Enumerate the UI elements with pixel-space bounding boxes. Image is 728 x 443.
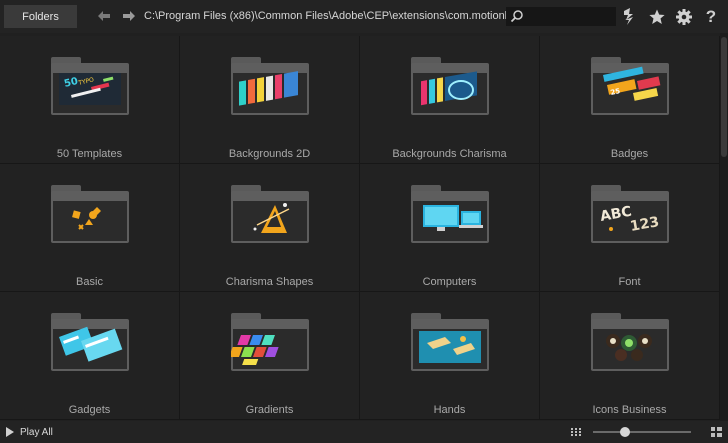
folder-label: Basic — [76, 276, 103, 288]
folder-icon — [231, 57, 309, 117]
folder-label: Icons Business — [592, 404, 667, 416]
star-icon — [649, 9, 665, 24]
folders-button[interactable]: Folders — [4, 5, 77, 28]
arrow-left-icon — [98, 11, 110, 21]
folder-icon: ABC 123 — [591, 185, 669, 245]
folder-tile[interactable]: Gradients — [180, 292, 360, 420]
folder-preview-thumbnail — [231, 335, 279, 365]
folder-tile[interactable]: Computers — [360, 164, 540, 292]
folder-preview-thumbnail — [606, 334, 652, 361]
folder-preview-thumbnail — [72, 207, 101, 230]
favorites-button[interactable] — [647, 7, 667, 27]
folder-tile[interactable]: Backgrounds 2D — [180, 36, 360, 164]
help-icon: ? — [705, 7, 717, 26]
folder-tile[interactable]: Hands — [360, 292, 540, 420]
folder-label: Computers — [422, 276, 477, 288]
thumbnail-size-slider[interactable] — [593, 427, 691, 437]
arrow-right-icon — [123, 11, 135, 21]
sync-icon — [624, 8, 633, 25]
folder-label: Hands — [433, 404, 466, 416]
folder-tile[interactable]: Charisma Shapes — [180, 164, 360, 292]
folder-label: 50 Templates — [56, 148, 123, 160]
settings-button[interactable] — [674, 7, 694, 27]
play-all-button[interactable]: Play All — [6, 425, 53, 439]
folder-tile[interactable]: 50 TYPO 50 Templates — [0, 36, 180, 164]
folder-icon — [411, 185, 489, 245]
folder-icon: 50 TYPO — [51, 57, 129, 117]
folder-label: Gradients — [245, 404, 294, 416]
folder-label: Charisma Shapes — [225, 276, 314, 288]
search-input[interactable] — [506, 7, 616, 26]
folder-preview-thumbnail — [58, 326, 123, 362]
sync-button[interactable] — [619, 7, 639, 27]
folder-preview-thumbnail — [423, 205, 483, 231]
folder-icon — [591, 313, 669, 373]
gear-icon — [676, 9, 692, 25]
svg-text:25: 25 — [610, 87, 621, 97]
folder-label: Font — [618, 276, 641, 288]
large-thumbnails-icon[interactable] — [711, 427, 722, 437]
folder-icon — [51, 185, 129, 245]
search-icon — [510, 10, 523, 23]
forward-button[interactable] — [122, 9, 136, 23]
folder-preview-thumbnail: 25 — [603, 66, 661, 101]
folder-tile[interactable]: Icons Business — [540, 292, 720, 420]
small-thumbnails-icon[interactable] — [571, 428, 581, 436]
play-all-label: Play All — [20, 426, 53, 438]
back-button[interactable] — [97, 9, 111, 23]
folder-preview-thumbnail: ABC123 — [599, 204, 661, 235]
folder-label: Backgrounds 2D — [228, 148, 311, 160]
folder-grid: 50 TYPO 50 Templates Backgrounds 2D Backgrou… — [0, 36, 720, 421]
svg-text:ABC: ABC — [599, 204, 633, 225]
folder-tile[interactable]: Backgrounds Charisma — [360, 36, 540, 164]
folder-preview-thumbnail — [239, 71, 298, 106]
folder-icon — [51, 313, 129, 373]
scrollbar[interactable] — [720, 33, 728, 421]
path-display[interactable]: C:\Program Files (x86)\Common Files\Adob… — [141, 7, 506, 26]
folder-label: Backgrounds Charisma — [392, 148, 507, 160]
slider-handle[interactable] — [620, 427, 631, 437]
folder-icon: 25 — [591, 57, 669, 117]
folder-preview-thumbnail — [253, 203, 290, 233]
help-button[interactable]: ? — [701, 7, 721, 27]
status-bar: Play All — [0, 421, 728, 443]
folder-icon — [411, 57, 489, 117]
folder-icon — [231, 313, 309, 373]
scrollbar-thumb[interactable] — [721, 37, 727, 157]
folder-label: Gadgets — [68, 404, 111, 416]
svg-text:123: 123 — [629, 214, 661, 235]
toolbar: Folders C:\Program Files (x86)\Common Fi… — [0, 0, 728, 33]
folder-icon — [231, 185, 309, 245]
folder-preview-thumbnail — [421, 71, 477, 106]
folder-preview-thumbnail — [419, 331, 481, 363]
folder-tile[interactable]: 25 Badges — [540, 36, 720, 164]
folder-label: Badges — [610, 148, 649, 160]
play-icon — [6, 427, 14, 437]
folder-preview-thumbnail: 50TYPO — [59, 73, 121, 105]
folder-tile[interactable]: Basic — [0, 164, 180, 292]
folder-tile[interactable]: Gadgets — [0, 292, 180, 420]
folder-icon — [411, 313, 489, 373]
folder-tile[interactable]: ABC 123 Font — [540, 164, 720, 292]
